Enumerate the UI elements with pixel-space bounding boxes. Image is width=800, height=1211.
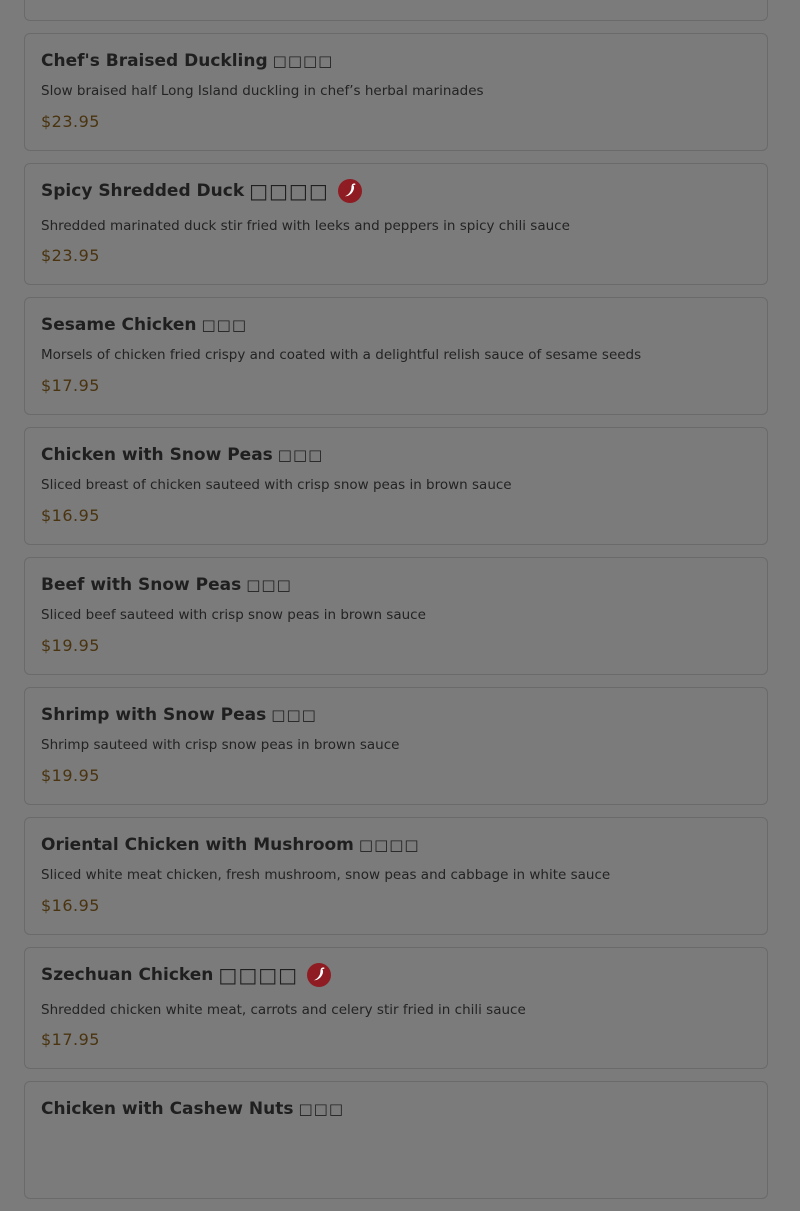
menu-item-price: $17.95 — [41, 376, 100, 395]
menu-item-price: $19.95 — [41, 766, 100, 785]
menu-item-chinese-name: □□□□ — [249, 179, 329, 203]
menu-item-card[interactable] — [24, 0, 768, 21]
menu-item-name: Oriental Chicken with Mushroom — [41, 835, 354, 855]
menu-item-price: $23.95 — [41, 246, 100, 265]
menu-item-name: Beef with Snow Peas — [41, 575, 242, 595]
menu-item-price: $17.95 — [41, 1030, 100, 1049]
menu-item-description: Slow braised half Long Island duckling i… — [41, 83, 484, 99]
menu-item-name: Chicken with Snow Peas — [41, 445, 273, 465]
menu-item-description: Morsels of chicken fried crispy and coat… — [41, 347, 642, 363]
menu-item-chinese-name: □□□□ — [218, 963, 299, 987]
menu-item-card[interactable]: Chef's Braised Duckling □□□□ Slow braise… — [24, 33, 768, 151]
menu-item-chinese-name: □□□ — [246, 576, 292, 594]
menu-item-name: Spicy Shredded Duck — [41, 181, 245, 201]
menu-item-card[interactable]: Spicy Shredded Duck □□□□ Shredded marina… — [24, 163, 768, 285]
menu-item-chinese-name: □□□ — [298, 1100, 344, 1118]
menu-item-card[interactable]: Sesame Chicken □□□ Morsels of chicken fr… — [24, 297, 768, 415]
menu-item-description: Shrimp sauteed with crisp snow peas in b… — [41, 737, 400, 753]
menu-item-card[interactable]: Oriental Chicken with Mushroom □□□□ Slic… — [24, 817, 768, 935]
menu-item-description: Shredded chicken white meat, carrots and… — [41, 1002, 526, 1018]
menu-item-name: Shrimp with Snow Peas — [41, 705, 267, 725]
chili-pepper-icon — [337, 179, 362, 203]
menu-item-name: Chicken with Cashew Nuts — [41, 1099, 294, 1119]
menu-item-card[interactable]: Chicken with Cashew Nuts □□□ — [24, 1081, 768, 1199]
menu-item-chinese-name: □□□□ — [272, 52, 334, 70]
menu-item-name: Szechuan Chicken — [41, 965, 214, 985]
menu-item-price: $23.95 — [41, 112, 100, 131]
menu-item-description: Sliced breast of chicken sauteed with cr… — [41, 477, 512, 493]
menu-item-description: Sliced beef sauteed with crisp snow peas… — [41, 607, 426, 623]
menu-item-description: Sliced white meat chicken, fresh mushroo… — [41, 867, 611, 883]
menu-item-card[interactable]: Beef with Snow Peas □□□ Sliced beef saut… — [24, 557, 768, 675]
menu-item-price: $16.95 — [41, 506, 100, 525]
chili-pepper-icon — [307, 963, 332, 987]
menu-item-price: $19.95 — [41, 636, 100, 655]
menu-item-name: Sesame Chicken — [41, 315, 197, 335]
menu-item-name: Chef's Braised Duckling — [41, 51, 268, 71]
menu-item-card[interactable]: Szechuan Chicken □□□□ Shredded chicken w… — [24, 947, 768, 1069]
menu-item-card[interactable]: Shrimp with Snow Peas □□□ Shrimp sauteed… — [24, 687, 768, 805]
menu-item-chinese-name: □□□ — [201, 316, 248, 334]
menu-item-chinese-name: □□□ — [277, 446, 324, 464]
menu-item-price: $16.95 — [41, 896, 100, 915]
menu-item-chinese-name: □□□ — [271, 706, 317, 724]
menu-item-list: Chef's Braised Duckling □□□□ Slow braise… — [24, 0, 768, 1211]
menu-item-card[interactable]: Chicken with Snow Peas □□□ Sliced breast… — [24, 427, 768, 545]
menu-item-chinese-name: □□□□ — [358, 836, 420, 854]
menu-item-description: Shredded marinated duck stir fried with … — [41, 218, 570, 234]
